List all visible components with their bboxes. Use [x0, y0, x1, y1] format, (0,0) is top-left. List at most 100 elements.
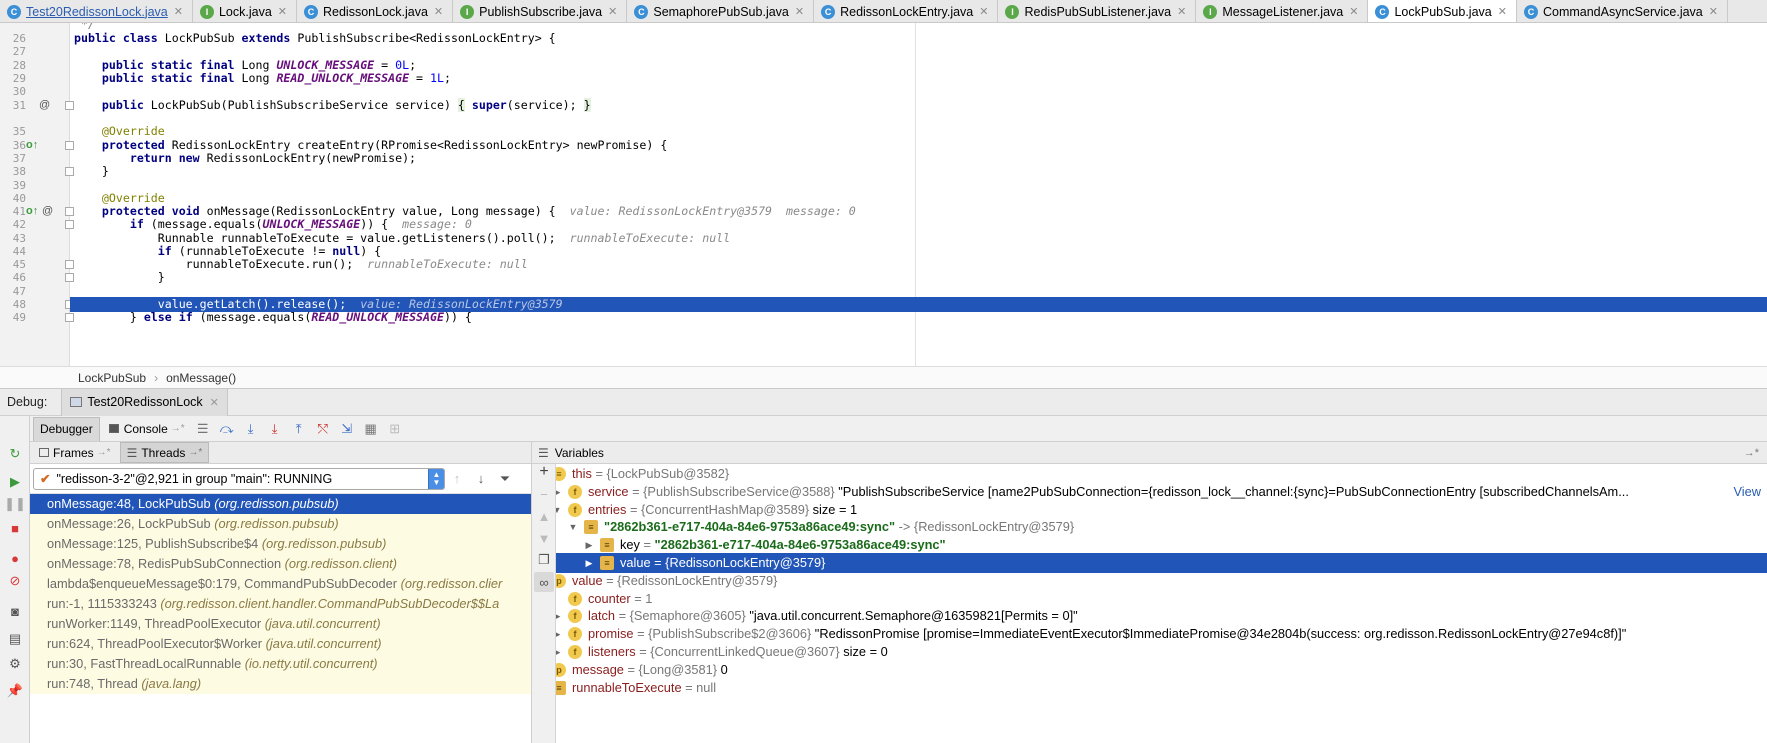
close-icon[interactable]: ✕	[979, 5, 988, 18]
filter-icon[interactable]: ⏷	[493, 468, 517, 490]
fold-marker-icon[interactable]	[65, 207, 74, 216]
line-number: 26	[12, 32, 26, 45]
close-icon[interactable]: ✕	[434, 5, 443, 18]
stack-frame[interactable]: runWorker:1149, ThreadPoolExecutor (java…	[30, 614, 531, 634]
drop-frame-icon[interactable]: ⤲	[311, 418, 335, 440]
show-execution-point-icon[interactable]: ☰	[191, 418, 215, 440]
move-up-icon[interactable]: ▲	[534, 506, 554, 526]
variable-type: = {ConcurrentHashMap@3589}	[629, 501, 810, 517]
settings-icon[interactable]: ⚙	[5, 654, 25, 674]
line-number: 36	[12, 139, 26, 152]
editor-gutter[interactable]: 26 27 28 29 30 31 35 36 37 38 39 40 41 42 43 44 45 46 47 48…	[0, 23, 74, 366]
override-marker-icon[interactable]: o↑	[26, 139, 38, 151]
close-icon[interactable]: ✕	[1349, 5, 1358, 18]
annotation-marker-icon[interactable]: @	[39, 99, 50, 111]
fold-marker-icon[interactable]	[65, 167, 74, 176]
code-area[interactable]: */ public class LockPubSub extends Publi…	[70, 23, 1767, 366]
next-frame-icon[interactable]: ↓	[469, 468, 493, 490]
editor-tab[interactable]: C LockPubSub.java ✕	[1368, 0, 1517, 22]
evaluate-expression-icon[interactable]: ▦	[359, 418, 383, 440]
breadcrumb-method[interactable]: onMessage()	[166, 371, 236, 385]
editor-tab[interactable]: C Test20RedissonLock.java ✕	[0, 0, 193, 22]
run-to-cursor-icon[interactable]: ⇲	[335, 418, 359, 440]
layout-icon[interactable]: ▤	[5, 629, 25, 649]
editor-tab[interactable]: I Lock.java ✕	[192, 0, 297, 22]
thread-select[interactable]: ✔ "redisson-3-2"@2,921 in group "main": …	[33, 467, 445, 490]
stack-frame[interactable]: run:748, Thread (java.lang)	[30, 674, 531, 694]
fold-marker-icon[interactable]	[65, 141, 74, 150]
editor-tab[interactable]: I RedisPubSubListener.java ✕	[998, 0, 1197, 22]
close-icon[interactable]: ✕	[608, 5, 617, 18]
add-watch-icon[interactable]: +	[534, 462, 554, 482]
close-icon[interactable]: ✕	[1709, 5, 1718, 18]
line-number: 27	[12, 45, 26, 58]
pin-icon[interactable]: 📌	[5, 681, 25, 701]
step-into-icon[interactable]: ⤓	[239, 418, 263, 440]
fold-marker-icon[interactable]	[65, 220, 74, 229]
variable-value: "2862b361-e717-404a-84e6-9753a86ace49:sy…	[654, 537, 946, 553]
debug-toolbar: Debugger Console →* ☰ ⤼ ⤓ ⤓ ⤒ ⤲ ⇲ ▦ ⊞	[0, 416, 1767, 442]
show-watches-icon[interactable]: ∞	[534, 572, 554, 592]
line-number: 31	[12, 99, 26, 112]
stack-frame[interactable]: onMessage:125, PublishSubscribe$4 (org.r…	[30, 534, 531, 554]
tab-threads[interactable]: ☰ Threads →*	[119, 442, 210, 463]
stack-frame[interactable]: onMessage:78, RedisPubSubConnection (org…	[30, 554, 531, 574]
editor-tab[interactable]: C CommandAsyncService.java ✕	[1516, 0, 1728, 22]
variable-row[interactable]: ≡ runnableToExecute = null	[556, 678, 1767, 698]
fold-marker-icon[interactable]	[65, 101, 74, 110]
camera-icon[interactable]: ◙	[5, 601, 25, 621]
fold-marker-icon[interactable]	[65, 313, 74, 322]
tab-label: RedissonLockEntry.java	[840, 4, 974, 19]
breadcrumb-class[interactable]: LockPubSub	[78, 371, 146, 385]
stack-frame[interactable]: run:624, ThreadPoolExecutor$Worker (java…	[30, 634, 531, 654]
stack-frame[interactable]: run:30, FastThreadLocalRunnable (io.nett…	[30, 654, 531, 674]
chevron-updown-icon[interactable]: ▲ ▼	[428, 468, 444, 489]
pin-icon[interactable]: →*	[1744, 447, 1759, 459]
trace-icon[interactable]: ⊞	[383, 418, 407, 440]
previous-frame-icon[interactable]: ↑	[445, 468, 469, 490]
close-icon[interactable]: ✕	[174, 5, 183, 18]
close-icon[interactable]: ✕	[795, 5, 804, 18]
stack-frame[interactable]: onMessage:48, LockPubSub (org.redisson.p…	[30, 494, 531, 514]
close-icon[interactable]: ✕	[1177, 5, 1186, 18]
stack-frame[interactable]: onMessage:26, LockPubSub (org.redisson.p…	[30, 514, 531, 534]
fold-marker-icon[interactable]	[65, 273, 74, 282]
pause-icon[interactable]: ❚❚	[4, 494, 26, 514]
editor-tab[interactable]: C RedissonLockEntry.java ✕	[814, 0, 999, 22]
stop-icon[interactable]: ■	[5, 518, 25, 538]
editor-tab[interactable]: C SemaphorePubSub.java ✕	[627, 0, 815, 22]
tab-frames[interactable]: Frames →*	[33, 442, 117, 463]
stack-frame[interactable]: run:-1, 1115333243 (org.redisson.client.…	[30, 594, 531, 614]
debug-side-toolbar: ↻ ▶ ❚❚ ■ ● ⊘ ◙ ▤ ⚙ 📌	[0, 416, 30, 743]
step-out-icon[interactable]: ⤒	[287, 418, 311, 440]
resume-icon[interactable]: ▶	[5, 472, 25, 492]
code-editor[interactable]: 26 27 28 29 30 31 35 36 37 38 39 40 41 42 43 44 45 46 47 48…	[0, 23, 1767, 366]
move-down-icon[interactable]: ▼	[534, 528, 554, 548]
tab-debugger[interactable]: Debugger	[33, 416, 100, 441]
editor-tab[interactable]: I PublishSubscribe.java ✕	[453, 0, 628, 22]
override-marker-icon[interactable]: o↑	[26, 205, 38, 217]
parameter-icon: ≡	[556, 467, 566, 481]
line-number: 39	[12, 179, 26, 192]
close-icon[interactable]: ✕	[1498, 5, 1507, 18]
fold-marker-icon[interactable]	[65, 260, 74, 269]
view-breakpoints-icon[interactable]: ●	[5, 548, 25, 568]
close-icon[interactable]: ✕	[278, 5, 287, 18]
rerun-icon[interactable]: ↻	[5, 444, 25, 464]
mute-breakpoints-icon[interactable]: ⊘	[5, 571, 25, 591]
force-step-into-icon[interactable]: ⤓	[263, 418, 287, 440]
editor-tab[interactable]: C RedissonLock.java ✕	[297, 0, 454, 22]
remove-watch-icon[interactable]: −	[534, 484, 554, 504]
close-icon[interactable]: ✕	[210, 396, 219, 409]
annotation-marker-icon[interactable]: @	[42, 205, 53, 217]
stack-frame[interactable]: lambda$enqueueMessage$0:179, CommandPubS…	[30, 574, 531, 594]
class-icon: C	[1375, 4, 1390, 19]
frame-method: run:748, Thread	[47, 676, 138, 691]
tab-console[interactable]: Console →*	[103, 417, 191, 441]
parameter-icon: p	[556, 662, 566, 677]
debug-session-tab[interactable]: Test20RedissonLock ✕	[61, 388, 228, 416]
editor-tab[interactable]: I MessageListener.java ✕	[1196, 0, 1369, 22]
copy-icon[interactable]: ❐	[534, 550, 554, 570]
step-over-icon[interactable]: ⤼	[215, 418, 239, 440]
variable-type: = {Semaphore@3605}	[618, 608, 746, 624]
